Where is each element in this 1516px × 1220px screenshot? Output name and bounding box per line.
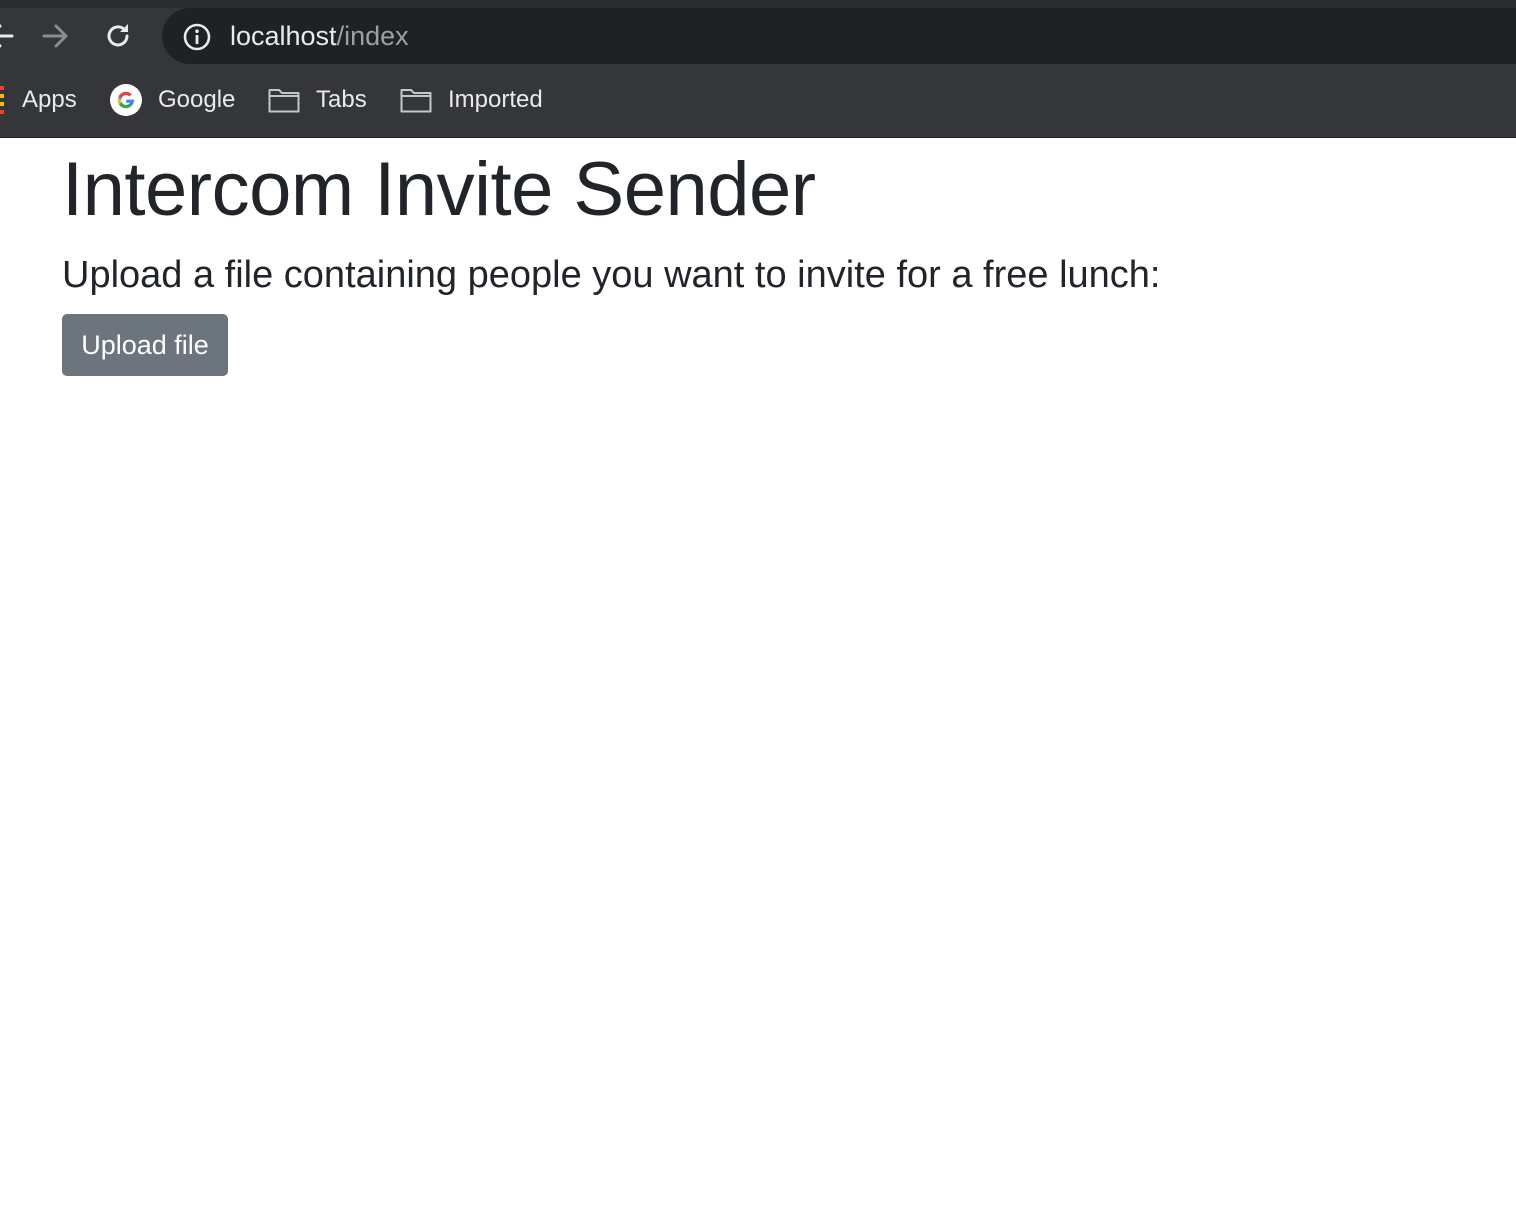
url-path: /index [336, 21, 409, 51]
page-subtitle: Upload a file containing people you want… [62, 254, 1161, 296]
page-title: Intercom Invite Sender [62, 147, 816, 232]
back-button[interactable] [0, 16, 22, 56]
bookmark-google[interactable]: Google [110, 80, 235, 120]
url-text: localhost/index [230, 21, 409, 51]
bookmark-imported[interactable]: Imported [400, 80, 543, 120]
reload-icon [107, 24, 129, 47]
url-host: localhost [230, 21, 337, 51]
bookmark-label: Tabs [316, 86, 367, 113]
folder-icon [268, 87, 300, 113]
bookmarks-bar: Apps Google Tabs Imported [0, 80, 1516, 120]
apps-grid-icon [0, 86, 6, 114]
bookmark-label: Imported [448, 86, 543, 113]
info-icon[interactable] [182, 22, 212, 52]
arrow-right-icon [42, 24, 68, 48]
arrow-left-icon [0, 24, 14, 48]
google-icon [110, 84, 142, 116]
address-bar[interactable]: localhost/index [162, 8, 1516, 64]
bookmark-tabs[interactable]: Tabs [268, 80, 367, 120]
forward-button[interactable] [34, 16, 74, 56]
bookmark-label: Apps [22, 86, 77, 113]
upload-file-button[interactable]: Upload file [62, 314, 228, 376]
reload-button[interactable] [98, 16, 138, 56]
tab-strip [0, 0, 1516, 8]
browser-toolbar: localhost/index Apps Google Tabs Importe… [0, 0, 1516, 138]
bookmark-label: Google [158, 86, 236, 113]
bookmark-apps[interactable]: Apps [0, 80, 77, 120]
folder-icon [400, 87, 432, 113]
